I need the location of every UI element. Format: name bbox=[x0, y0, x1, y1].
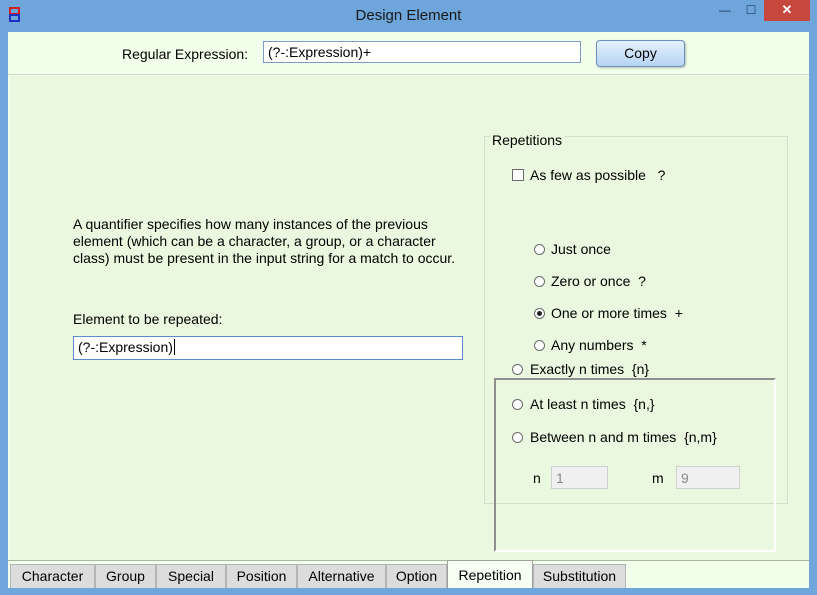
repetition-option[interactable]: Any numbers * bbox=[551, 337, 647, 353]
few-symbol: ? bbox=[657, 167, 666, 183]
tab-alternative[interactable]: Alternative bbox=[297, 564, 386, 588]
radio-button[interactable] bbox=[512, 432, 523, 443]
tab-option[interactable]: Option bbox=[386, 564, 447, 588]
repetition-panel: A quantifier specifies how many instance… bbox=[10, 76, 809, 560]
radio-button[interactable] bbox=[534, 308, 545, 319]
m-input[interactable]: 9 bbox=[676, 466, 740, 489]
option-label: One or more times bbox=[551, 305, 667, 321]
tab-strip: Character Group Special Position Alternative… bbox=[8, 560, 809, 588]
few-label: As few as possible bbox=[530, 167, 646, 183]
tab-position[interactable]: Position bbox=[226, 564, 297, 588]
option-label: Zero or once bbox=[551, 273, 631, 289]
n-label: n bbox=[533, 470, 541, 486]
repetition-option[interactable]: Zero or once ? bbox=[551, 273, 646, 289]
client-area: Regular Expression: (?-:Expression)+ Cop… bbox=[8, 32, 809, 588]
element-input-value: (?-:Expression) bbox=[78, 339, 173, 355]
maximize-button[interactable]: ☐ bbox=[738, 0, 764, 21]
option-label: At least n times bbox=[530, 396, 626, 412]
copy-button[interactable]: Copy bbox=[596, 40, 685, 67]
tab-repetition[interactable]: Repetition bbox=[447, 560, 533, 588]
close-button[interactable]: ✕ bbox=[764, 0, 810, 21]
regex-output-field[interactable]: (?-:Expression)+ bbox=[263, 41, 581, 63]
tab-special[interactable]: Special bbox=[156, 564, 226, 588]
radio-button[interactable] bbox=[534, 276, 545, 287]
option-label: Any numbers bbox=[551, 337, 634, 353]
window-title: Design Element bbox=[355, 7, 462, 24]
tab-character[interactable]: Character bbox=[10, 564, 95, 588]
radio-button[interactable] bbox=[512, 399, 523, 410]
repetition-option[interactable]: Just once bbox=[551, 241, 619, 257]
minimize-button[interactable]: — bbox=[712, 0, 738, 21]
option-symbol: ? bbox=[638, 273, 646, 289]
regex-label: Regular Expression: bbox=[122, 46, 249, 62]
n-input[interactable]: 1 bbox=[551, 466, 608, 489]
option-label: Just once bbox=[551, 241, 611, 257]
option-symbol: * bbox=[641, 337, 647, 353]
option-symbol: {n,} bbox=[633, 396, 655, 412]
description-text: A quantifier specifies how many instance… bbox=[73, 216, 456, 266]
few-option[interactable]: As few as possible ? bbox=[530, 167, 665, 183]
option-label: Between n and m times bbox=[530, 429, 677, 445]
option-label: Exactly n times bbox=[530, 361, 625, 377]
tab-substitution[interactable]: Substitution bbox=[533, 564, 626, 588]
regex-bar: Regular Expression: (?-:Expression)+ Cop… bbox=[8, 32, 809, 75]
tab-group[interactable]: Group bbox=[95, 564, 156, 588]
repetitions-legend: Repetitions bbox=[490, 132, 565, 148]
m-label: m bbox=[652, 470, 664, 486]
count-option[interactable]: Exactly n times {n} bbox=[530, 361, 649, 377]
count-option[interactable]: Between n and m times {n,m} bbox=[530, 429, 717, 445]
option-symbol: {n,m} bbox=[684, 429, 717, 445]
few-checkbox[interactable] bbox=[512, 169, 524, 181]
option-symbol: + bbox=[674, 305, 683, 321]
element-label: Element to be repeated: bbox=[73, 311, 223, 327]
radio-button[interactable] bbox=[512, 364, 523, 375]
radio-button[interactable] bbox=[534, 244, 545, 255]
option-symbol: {n} bbox=[631, 361, 650, 377]
repetition-option[interactable]: One or more times + bbox=[551, 305, 683, 321]
count-option[interactable]: At least n times {n,} bbox=[530, 396, 655, 412]
element-input[interactable]: (?-:Expression) bbox=[73, 336, 463, 360]
radio-button[interactable] bbox=[534, 340, 545, 351]
